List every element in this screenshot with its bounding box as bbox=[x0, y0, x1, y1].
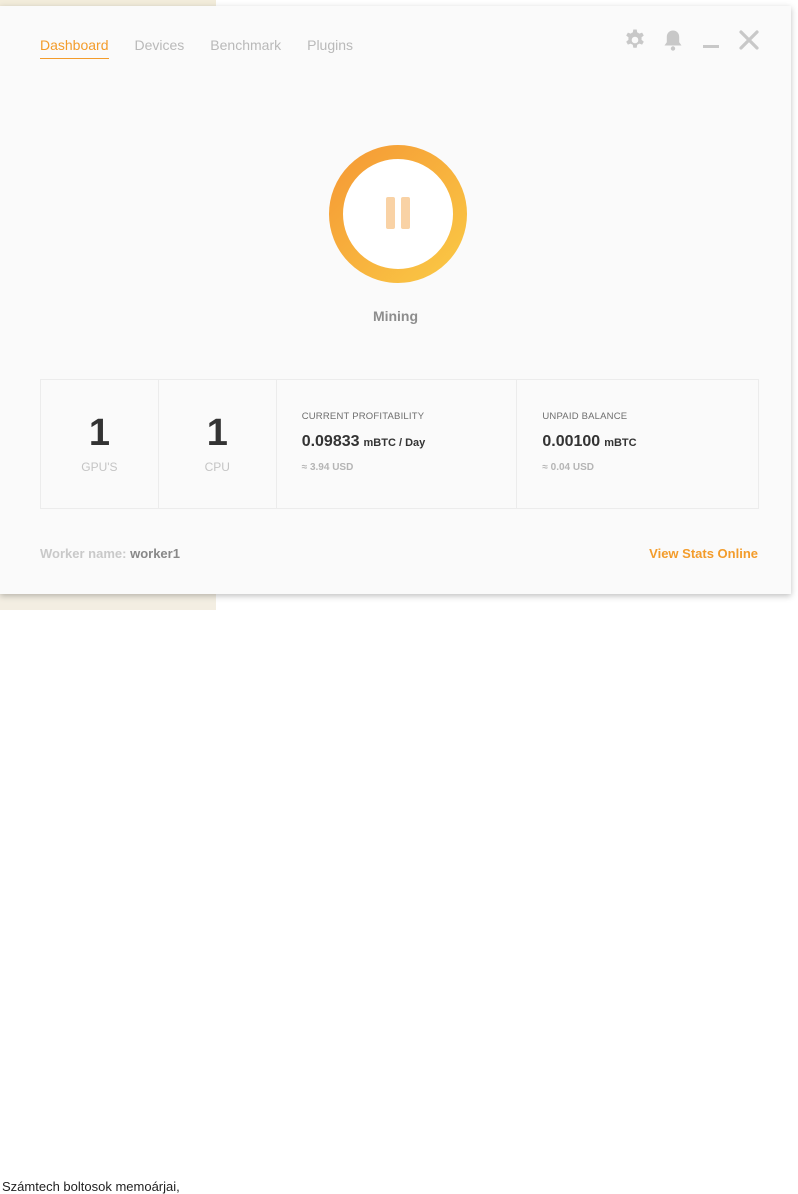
cpu-count-card: 1 CPU bbox=[159, 380, 277, 508]
balance-card: UNPAID BALANCE 0.00100 mBTC ≈ 0.04 USD bbox=[517, 380, 758, 508]
window-controls bbox=[623, 28, 761, 52]
tab-dashboard[interactable]: Dashboard bbox=[40, 37, 109, 59]
balance-title: UNPAID BALANCE bbox=[542, 411, 628, 422]
gpu-count: 1 bbox=[88, 412, 110, 454]
tab-benchmark[interactable]: Benchmark bbox=[210, 37, 281, 59]
cpu-label: CPU bbox=[204, 460, 230, 474]
view-stats-online-link[interactable]: View Stats Online bbox=[649, 546, 758, 561]
bell-icon[interactable] bbox=[661, 28, 685, 52]
background-text: Számtech boltosok memoárjai, bbox=[2, 1179, 180, 1194]
profitability-value: 0.09833 bbox=[301, 433, 360, 450]
tab-plugins[interactable]: Plugins bbox=[307, 37, 353, 59]
gpu-count-card: 1 GPU'S bbox=[41, 380, 159, 508]
worker-name-label: Worker name: bbox=[40, 546, 127, 561]
background-strip bbox=[216, 596, 798, 610]
balance-unit: mBTC bbox=[604, 437, 637, 449]
balance-usd: ≈ 0.04 USD bbox=[542, 462, 594, 473]
tab-devices[interactable]: Devices bbox=[135, 37, 185, 59]
profitability-title: CURRENT PROFITABILITY bbox=[301, 411, 425, 422]
profitability-unit: mBTC / Day bbox=[363, 437, 426, 449]
mining-toggle-button[interactable] bbox=[327, 143, 469, 285]
close-icon[interactable] bbox=[737, 28, 761, 52]
cpu-count: 1 bbox=[206, 412, 228, 454]
profitability-value-row: 0.09833 mBTC / Day bbox=[302, 433, 426, 451]
profitability-usd: ≈ 3.94 USD bbox=[301, 462, 354, 473]
worker-name-value: worker1 bbox=[130, 546, 180, 561]
profitability-card: CURRENT PROFITABILITY 0.09833 mBTC / Day … bbox=[277, 380, 518, 508]
stats-panel: 1 GPU'S 1 CPU CURRENT PROFITABILITY 0.09… bbox=[40, 379, 759, 509]
mining-status: Mining bbox=[372, 308, 419, 324]
gear-icon[interactable] bbox=[623, 28, 647, 52]
tab-bar: Dashboard Devices Benchmark Plugins bbox=[40, 37, 353, 59]
gpu-label: GPU'S bbox=[81, 460, 118, 474]
minimize-icon[interactable] bbox=[699, 28, 723, 52]
miner-window: Dashboard Devices Benchmark Plugins Mini… bbox=[0, 6, 791, 594]
balance-value-row: 0.00100 mBTC bbox=[542, 433, 636, 451]
worker-name: Worker name: worker1 bbox=[40, 546, 180, 561]
balance-value: 0.00100 bbox=[542, 433, 601, 450]
